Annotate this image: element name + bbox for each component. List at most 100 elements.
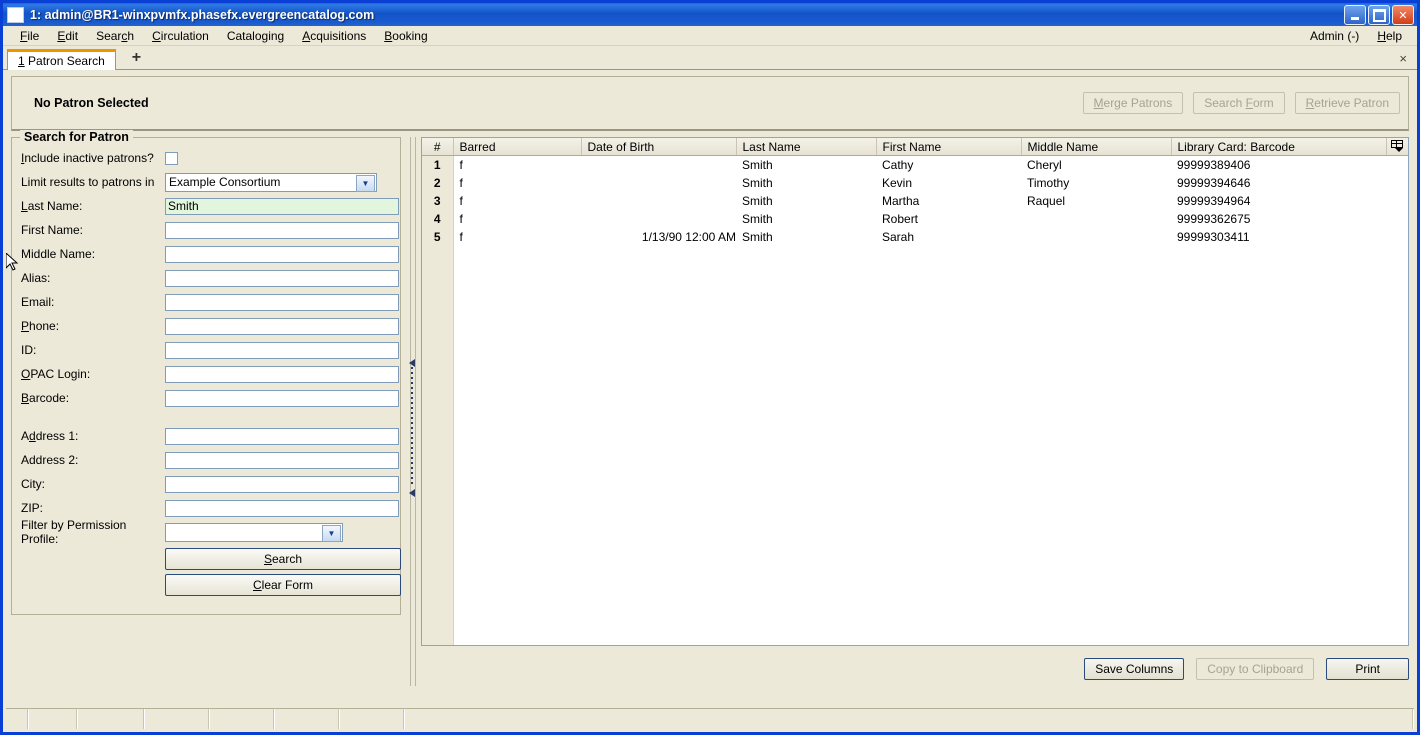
retrieve-patron-button[interactable]: Retrieve Patron	[1294, 92, 1400, 114]
first-name-label: First Name:	[21, 223, 84, 237]
search-button[interactable]: Search	[165, 548, 401, 570]
column-header-library-card-barcode[interactable]: Library Card: Barcode	[1171, 138, 1387, 156]
opac-login-input[interactable]	[165, 365, 399, 383]
column-header-first-name[interactable]: First Name	[876, 138, 1022, 156]
column-header-last-name[interactable]: Last Name	[736, 138, 877, 156]
table-row[interactable]: 4 f Smith Robert 99999362675	[422, 210, 1408, 228]
alias-input[interactable]	[165, 269, 399, 287]
menu-circulation[interactable]: Circulation	[143, 28, 218, 44]
table-row[interactable]: 2 f Smith Kevin Timothy 99999394646	[422, 174, 1408, 192]
window-title: 1: admin@BR1-winxpvmfx.phasefx.evergreen…	[30, 7, 375, 22]
search-form-button[interactable]: Search Form	[1193, 92, 1285, 114]
limit-results-select[interactable]: Example Consortium ▼	[165, 172, 377, 192]
splitter-grip[interactable]	[411, 367, 413, 487]
barcode-input[interactable]	[165, 389, 399, 407]
menu-cataloging[interactable]: Cataloging	[218, 28, 293, 44]
middle-name-input[interactable]	[165, 245, 399, 263]
title-bar: 1: admin@BR1-winxpvmfx.phasefx.evergreen…	[3, 3, 1417, 26]
table-row[interactable]: 3 f Smith Martha Raquel 99999394964	[422, 192, 1408, 210]
splitter-collapse-down-arrow-icon[interactable]	[409, 489, 415, 497]
close-tab-button[interactable]: ×	[1399, 51, 1407, 66]
limit-results-row: Limit results to patrons in Example Cons…	[12, 170, 400, 194]
menu-acquisitions[interactable]: Acquisitions	[293, 28, 375, 44]
id-label: ID:	[21, 343, 37, 357]
address1-input[interactable]	[165, 427, 399, 445]
column-header-date-of-birth[interactable]: Date of Birth	[581, 138, 737, 156]
phone-label: Phone:	[21, 319, 60, 333]
menu-edit[interactable]: Edit	[48, 28, 87, 44]
cell-middle-name	[1021, 228, 1171, 246]
last-name-label: Last Name:	[21, 199, 83, 213]
barcode-row: Barcode:	[12, 386, 400, 410]
menu-admin[interactable]: Admin (-)	[1301, 28, 1368, 44]
copy-to-clipboard-button[interactable]: Copy to Clipboard	[1196, 658, 1315, 680]
column-header-barred[interactable]: Barred	[453, 138, 582, 156]
save-columns-button[interactable]: Save Columns	[1084, 658, 1185, 680]
zip-input[interactable]	[165, 499, 399, 517]
include-inactive-label: Include inactive patrons?	[21, 151, 154, 165]
alias-row: Alias:	[12, 266, 400, 290]
maximize-button[interactable]	[1368, 5, 1390, 25]
tab-patron-search[interactable]: 1 Patron Search	[7, 49, 116, 70]
chevron-down-icon[interactable]: ▼	[322, 524, 341, 542]
status-cell	[78, 709, 145, 729]
address2-input[interactable]	[165, 451, 399, 469]
print-button[interactable]: Print	[1326, 658, 1409, 680]
menu-search[interactable]: Search	[87, 28, 143, 44]
city-input[interactable]	[165, 475, 399, 493]
search-fieldset-legend: Search for Patron	[20, 130, 133, 144]
cell-spacer	[1386, 228, 1408, 246]
splitter-collapse-up-arrow-icon[interactable]	[409, 359, 415, 367]
close-button[interactable]: ✕	[1392, 5, 1414, 25]
permission-profile-select[interactable]: ▼	[165, 522, 343, 542]
clear-form-button[interactable]: Clear Form	[165, 574, 401, 596]
email-row: Email:	[12, 290, 400, 314]
menu-booking[interactable]: Booking	[375, 28, 436, 44]
search-for-patron-fieldset: Search for Patron Include inactive patro…	[11, 130, 401, 615]
results-pane: # Barred Date of Birth Last Name First N…	[421, 137, 1409, 686]
results-table-body: 1 f Smith Cathy Cheryl 99999389406 2 f S…	[422, 155, 1408, 246]
middle-name-row: Middle Name:	[12, 242, 400, 266]
new-tab-button[interactable]: +	[126, 50, 147, 69]
cell-date-of-birth	[581, 210, 736, 228]
chevron-down-icon[interactable]: ▼	[356, 174, 375, 192]
system-menu-icon[interactable]	[7, 6, 24, 23]
last-name-input[interactable]	[165, 197, 399, 215]
city-label: City:	[21, 477, 45, 491]
column-header-middle-name[interactable]: Middle Name	[1021, 138, 1172, 156]
limit-results-label: Limit results to patrons in	[21, 175, 155, 189]
id-input[interactable]	[165, 341, 399, 359]
phone-input[interactable]	[165, 317, 399, 335]
include-inactive-checkbox[interactable]	[165, 151, 178, 165]
results-grid: # Barred Date of Birth Last Name First N…	[421, 137, 1409, 646]
cell-first-name: Kevin	[882, 176, 913, 190]
email-input[interactable]	[165, 293, 399, 311]
merge-patrons-button[interactable]: Merge Patrons	[1082, 92, 1184, 114]
cell-barcode: 99999394646	[1177, 176, 1251, 190]
cell-barred: f	[459, 230, 463, 244]
menu-help[interactable]: Help	[1368, 28, 1411, 44]
table-row[interactable]: 1 f Smith Cathy Cheryl 99999389406	[422, 155, 1408, 174]
first-name-input[interactable]	[165, 221, 399, 239]
results-footer: Save Columns Copy to Clipboard Print	[421, 646, 1409, 686]
form-spacer	[12, 410, 400, 424]
column-picker-button[interactable]	[1386, 138, 1408, 156]
column-header-number[interactable]: #	[422, 138, 454, 156]
cell-first-name: Cathy	[882, 158, 914, 172]
cell-date-of-birth	[581, 192, 736, 210]
cell-last-name: Smith	[742, 194, 773, 208]
table-row[interactable]: 5 f 1/13/90 12:00 AM Smith Sarah 9999930…	[422, 228, 1408, 246]
status-cell	[145, 709, 210, 729]
patron-status-label: No Patron Selected	[34, 96, 149, 110]
alias-label: Alias:	[21, 271, 51, 285]
status-cell	[6, 709, 29, 729]
pane-splitter[interactable]	[403, 137, 421, 686]
menu-file[interactable]: File	[11, 28, 48, 44]
first-name-row: First Name:	[12, 218, 400, 242]
column-picker-icon	[1390, 139, 1404, 152]
permission-profile-label: Filter by Permission Profile:	[21, 518, 127, 546]
cell-first-name: Sarah	[882, 230, 915, 244]
minimize-button[interactable]	[1344, 5, 1366, 25]
status-cell	[340, 709, 405, 729]
menu-file-label: ile	[27, 28, 40, 43]
